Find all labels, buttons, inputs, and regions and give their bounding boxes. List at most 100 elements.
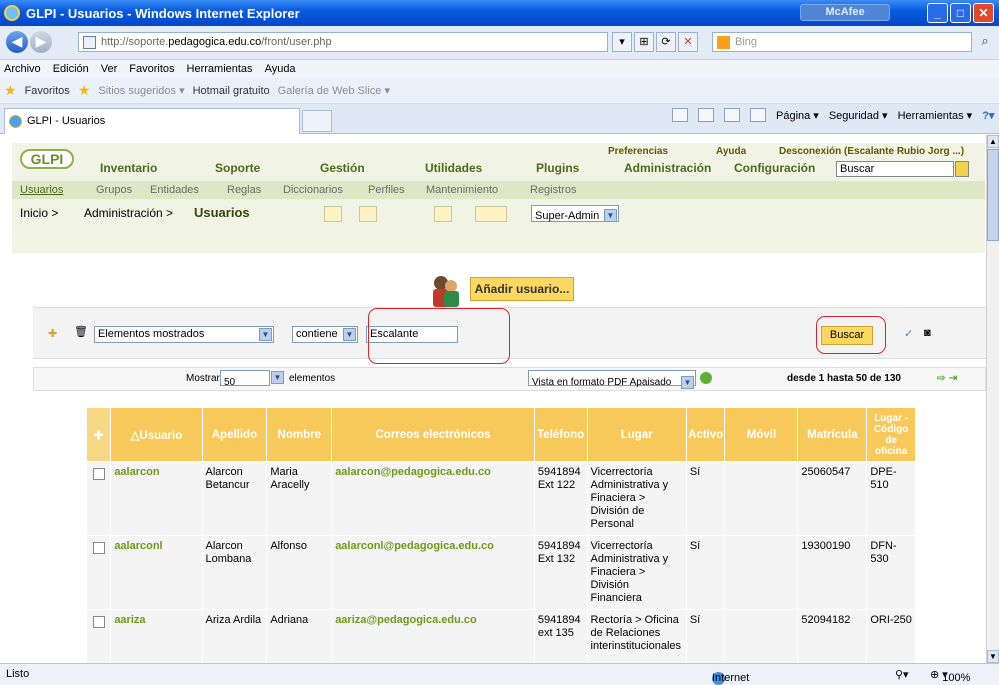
submenu-diccionarios[interactable]: Diccionarios	[283, 184, 343, 196]
operator-select[interactable]: contiene ▼	[292, 326, 358, 343]
next-page-icon[interactable]: ⇨	[937, 373, 945, 384]
header-activo[interactable]: Activo	[685, 407, 726, 462]
preferences-link[interactable]: Preferencias	[608, 146, 668, 157]
header-lugar[interactable]: Lugar	[586, 407, 687, 462]
export-select[interactable]: Vista en formato PDF Apaisado ▼	[528, 370, 696, 389]
email-link[interactable]: aalarcon@pedagogica.edu.co	[331, 461, 535, 536]
submenu-registros[interactable]: Registros	[530, 184, 576, 196]
add-favorite-icon[interactable]: ★	[78, 82, 91, 99]
header-codigo-oficina[interactable]: Lugar - Código de oficina	[866, 407, 916, 462]
new-tab-button[interactable]	[302, 110, 332, 132]
search-icon[interactable]: ⌕	[974, 32, 996, 52]
header-matricula[interactable]: Matrícula	[797, 407, 868, 462]
header-movil[interactable]: Móvil	[724, 407, 799, 462]
favorites-button[interactable]: Favoritos	[25, 85, 70, 97]
compatibility-icon[interactable]: ⊞	[634, 32, 654, 52]
menu-gestion[interactable]: Gestión	[320, 161, 365, 175]
row-checkbox[interactable]	[92, 616, 105, 628]
add-user-button[interactable]: Añadir usuario...	[470, 277, 574, 301]
row-checkbox[interactable]	[92, 542, 105, 554]
dropdown-icon[interactable]: ▾	[612, 32, 632, 52]
menu-archivo[interactable]: Archivo	[4, 63, 41, 75]
row-checkbox[interactable]	[92, 468, 105, 480]
header-correos[interactable]: Correos electrónicos	[331, 407, 535, 462]
user-link[interactable]: aalarcon	[110, 461, 203, 536]
export-go-icon[interactable]	[700, 372, 712, 384]
trash-icon[interactable]: 🗑	[74, 325, 88, 338]
submenu-perfiles[interactable]: Perfiles	[368, 184, 405, 196]
profile-select[interactable]: Super-Admin ▼	[531, 205, 619, 222]
select-all-icon[interactable]: ✚	[85, 407, 112, 462]
fav-hotmail[interactable]: Hotmail gratuito	[193, 85, 270, 97]
menu-soporte[interactable]: Soporte	[215, 161, 260, 175]
mcafee-badge[interactable]: McAfee	[800, 4, 890, 21]
scroll-up-icon[interactable]: ▲	[987, 135, 999, 148]
cmd-herramientas[interactable]: Herramientas ▾	[898, 109, 973, 122]
last-page-icon[interactable]: ⇥	[949, 373, 957, 384]
email-link[interactable]: aalarconl@pedagogica.edu.co	[331, 535, 535, 610]
scroll-down-icon[interactable]: ▼	[987, 650, 999, 663]
check-icon[interactable]	[434, 206, 452, 222]
field-select[interactable]: Elementos mostrados ▼	[94, 326, 274, 343]
chevron-down-icon[interactable]: ▼	[271, 371, 284, 384]
submenu-mantenimiento[interactable]: Mantenimiento	[426, 184, 498, 196]
submenu-reglas[interactable]: Reglas	[227, 184, 261, 196]
toggle-check-icon[interactable]: ✓	[904, 327, 913, 340]
feeds-icon[interactable]	[698, 108, 714, 122]
submenu-entidades[interactable]: Entidades	[150, 184, 199, 196]
help-icon[interactable]: ?▾	[982, 109, 994, 122]
print-icon[interactable]	[750, 108, 766, 122]
list-icon[interactable]	[475, 206, 507, 222]
user-link[interactable]: aariza	[110, 609, 203, 663]
menu-herramientas[interactable]: Herramientas	[187, 63, 253, 75]
breadcrumb-inicio[interactable]: Inicio >	[20, 206, 58, 220]
tab-glpi-usuarios[interactable]: GLPI - Usuarios	[4, 108, 300, 134]
menu-favoritos[interactable]: Favoritos	[129, 63, 174, 75]
glpi-search-button[interactable]	[955, 161, 969, 177]
add-criteria-icon[interactable]: ✚	[48, 327, 57, 340]
add-icon[interactable]	[324, 206, 342, 222]
glpi-search-input[interactable]: Buscar	[836, 161, 954, 177]
web-search-input[interactable]: Bing	[712, 32, 972, 52]
stop-icon[interactable]: ✕	[678, 32, 698, 52]
submenu-grupos[interactable]: Grupos	[96, 184, 132, 196]
cmd-seguridad[interactable]: Seguridad ▾	[829, 109, 888, 122]
help-link[interactable]: Ayuda	[716, 146, 746, 157]
menu-administracion[interactable]: Administración	[624, 161, 711, 175]
scroll-thumb[interactable]	[987, 149, 999, 241]
reset-icon[interactable]: ◙	[924, 327, 931, 339]
refresh-icon[interactable]: ⟳	[656, 32, 676, 52]
forward-button[interactable]: ▶	[30, 31, 52, 53]
submenu-usuarios[interactable]: Usuarios	[20, 184, 63, 196]
maximize-button[interactable]: □	[950, 3, 971, 23]
header-telefono[interactable]: Teléfono	[533, 407, 588, 462]
header-nombre[interactable]: Nombre	[266, 407, 333, 462]
cmd-pagina[interactable]: Página ▾	[776, 109, 819, 122]
menu-edicion[interactable]: Edición	[53, 63, 89, 75]
menu-plugins[interactable]: Plugins	[536, 161, 579, 175]
header-usuario[interactable]: △Usuario	[110, 407, 203, 462]
menu-ver[interactable]: Ver	[101, 63, 118, 75]
menu-inventario[interactable]: Inventario	[100, 161, 157, 175]
fav-sitios-sugeridos[interactable]: Sitios sugeridos ▾	[98, 84, 184, 97]
menu-utilidades[interactable]: Utilidades	[425, 161, 482, 175]
protected-mode-icon[interactable]: ⚲▾	[895, 668, 909, 681]
zoom-control[interactable]: ⊕ 100% ▾	[930, 668, 970, 684]
vertical-scrollbar[interactable]: ▲ ▼	[986, 135, 999, 663]
minimize-button[interactable]: _	[927, 3, 948, 23]
search-icon[interactable]	[359, 206, 377, 222]
menu-configuracion[interactable]: Configuración	[734, 161, 815, 175]
menu-ayuda[interactable]: Ayuda	[265, 63, 296, 75]
home-icon[interactable]	[672, 108, 688, 122]
back-button[interactable]: ◀	[6, 31, 28, 53]
user-link[interactable]: aalarconl	[110, 535, 203, 610]
fav-web-slice[interactable]: Galería de Web Slice ▾	[278, 84, 390, 97]
breadcrumb-administracion[interactable]: Administración >	[84, 206, 173, 220]
logout-link[interactable]: Desconexión (Escalante Rubio Jorg ...)	[779, 146, 964, 157]
email-link[interactable]: aariza@pedagogica.edu.co	[331, 609, 535, 663]
url-field[interactable]: http://soporte.pedagogica.edu.co/front/u…	[78, 32, 608, 52]
close-button[interactable]: ✕	[973, 3, 994, 23]
mail-icon[interactable]	[724, 108, 740, 122]
header-apellido[interactable]: Apellido	[201, 407, 268, 462]
page-size-select[interactable]: 50	[220, 370, 270, 388]
